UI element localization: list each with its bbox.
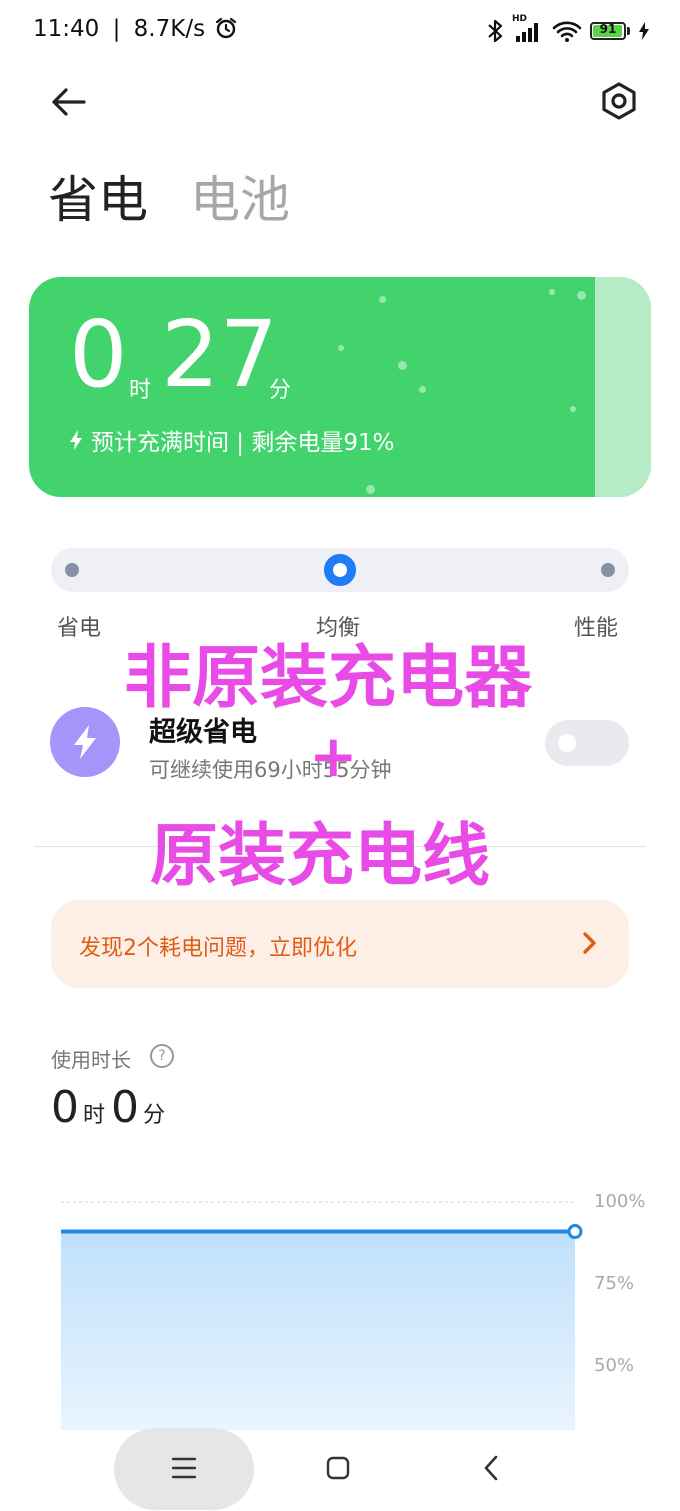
- net-speed: 8.7K/s: [133, 16, 206, 42]
- super-save-toggle[interactable]: [545, 720, 629, 766]
- help-icon[interactable]: ?: [150, 1044, 174, 1068]
- usage-hour-unit: 时: [83, 1103, 106, 1128]
- battery-level-chart: 100% 75% 50%: [61, 1191, 645, 1430]
- charge-minute-unit: 分: [269, 378, 292, 403]
- lightning-icon: [70, 430, 82, 450]
- battery-icon: 91: [590, 22, 630, 40]
- usage-duration-value: 0时0分: [51, 1082, 171, 1133]
- mode-label-power-saving[interactable]: 省电: [57, 610, 101, 642]
- chevron-right-icon: [583, 932, 596, 954]
- back-arrow-icon[interactable]: [48, 82, 88, 122]
- charge-hours: 0: [69, 301, 128, 408]
- y-tick-50: 50%: [594, 1355, 634, 1376]
- cellular-signal-icon: HD: [512, 14, 544, 44]
- overlay-text-charger: 非原装充电器: [124, 639, 533, 718]
- status-icons: HD 91: [486, 14, 650, 46]
- slider-stop-power-saving[interactable]: [65, 563, 79, 577]
- optimize-banner-text: 发现2个耗电问题，立即优化: [79, 936, 357, 961]
- nav-menu-button[interactable]: [114, 1428, 254, 1510]
- usage-minutes: 0: [111, 1082, 140, 1133]
- slider-stop-performance[interactable]: [601, 563, 615, 577]
- tab-power-saving[interactable]: 省电: [48, 160, 148, 232]
- battery-area: [61, 1231, 575, 1430]
- charge-card: 0 时 27 分 预计充满时间 | 剩余电量91%: [29, 277, 651, 497]
- charge-subtitle: 预计充满时间 | 剩余电量91%: [69, 423, 395, 457]
- status-time: 11:40 | 8.7K/s: [33, 16, 238, 42]
- battery-line-end-point: [567, 1224, 583, 1240]
- mode-label-performance[interactable]: 性能: [574, 610, 618, 642]
- settings-gear-icon[interactable]: [598, 80, 640, 122]
- battery-level: 91: [599, 22, 617, 36]
- overlay-text-plus: +: [309, 722, 358, 790]
- optimize-banner[interactable]: 发现2个耗电问题，立即优化: [51, 900, 629, 988]
- usage-minute-unit: 分: [143, 1103, 166, 1128]
- charge-subtitle-text: 预计充满时间 | 剩余电量91%: [91, 430, 395, 456]
- lightning-icon: [74, 725, 96, 759]
- toggle-knob: [558, 734, 576, 752]
- super-save-icon-badge: [50, 707, 120, 777]
- wifi-icon: [552, 21, 582, 42]
- home-icon[interactable]: [326, 1456, 350, 1480]
- usage-duration-label: 使用时长: [51, 1048, 131, 1072]
- charge-progress-remaining: [595, 277, 651, 497]
- y-tick-75: 75%: [594, 1273, 634, 1294]
- y-tick-100: 100%: [594, 1191, 645, 1212]
- charge-minutes: 27: [161, 301, 279, 408]
- overlay-text-cable: 原装充电线: [150, 817, 491, 896]
- charge-hour-unit: 时: [129, 378, 152, 403]
- usage-hours: 0: [51, 1082, 79, 1133]
- tab-battery[interactable]: 电池: [190, 160, 290, 232]
- charging-icon: [639, 22, 649, 40]
- clock: 11:40: [33, 16, 100, 42]
- menu-icon: [171, 1457, 197, 1479]
- alarm-icon: [216, 17, 237, 39]
- back-icon[interactable]: [482, 1454, 500, 1482]
- bluetooth-icon: [488, 19, 503, 43]
- performance-mode-slider[interactable]: [51, 548, 629, 592]
